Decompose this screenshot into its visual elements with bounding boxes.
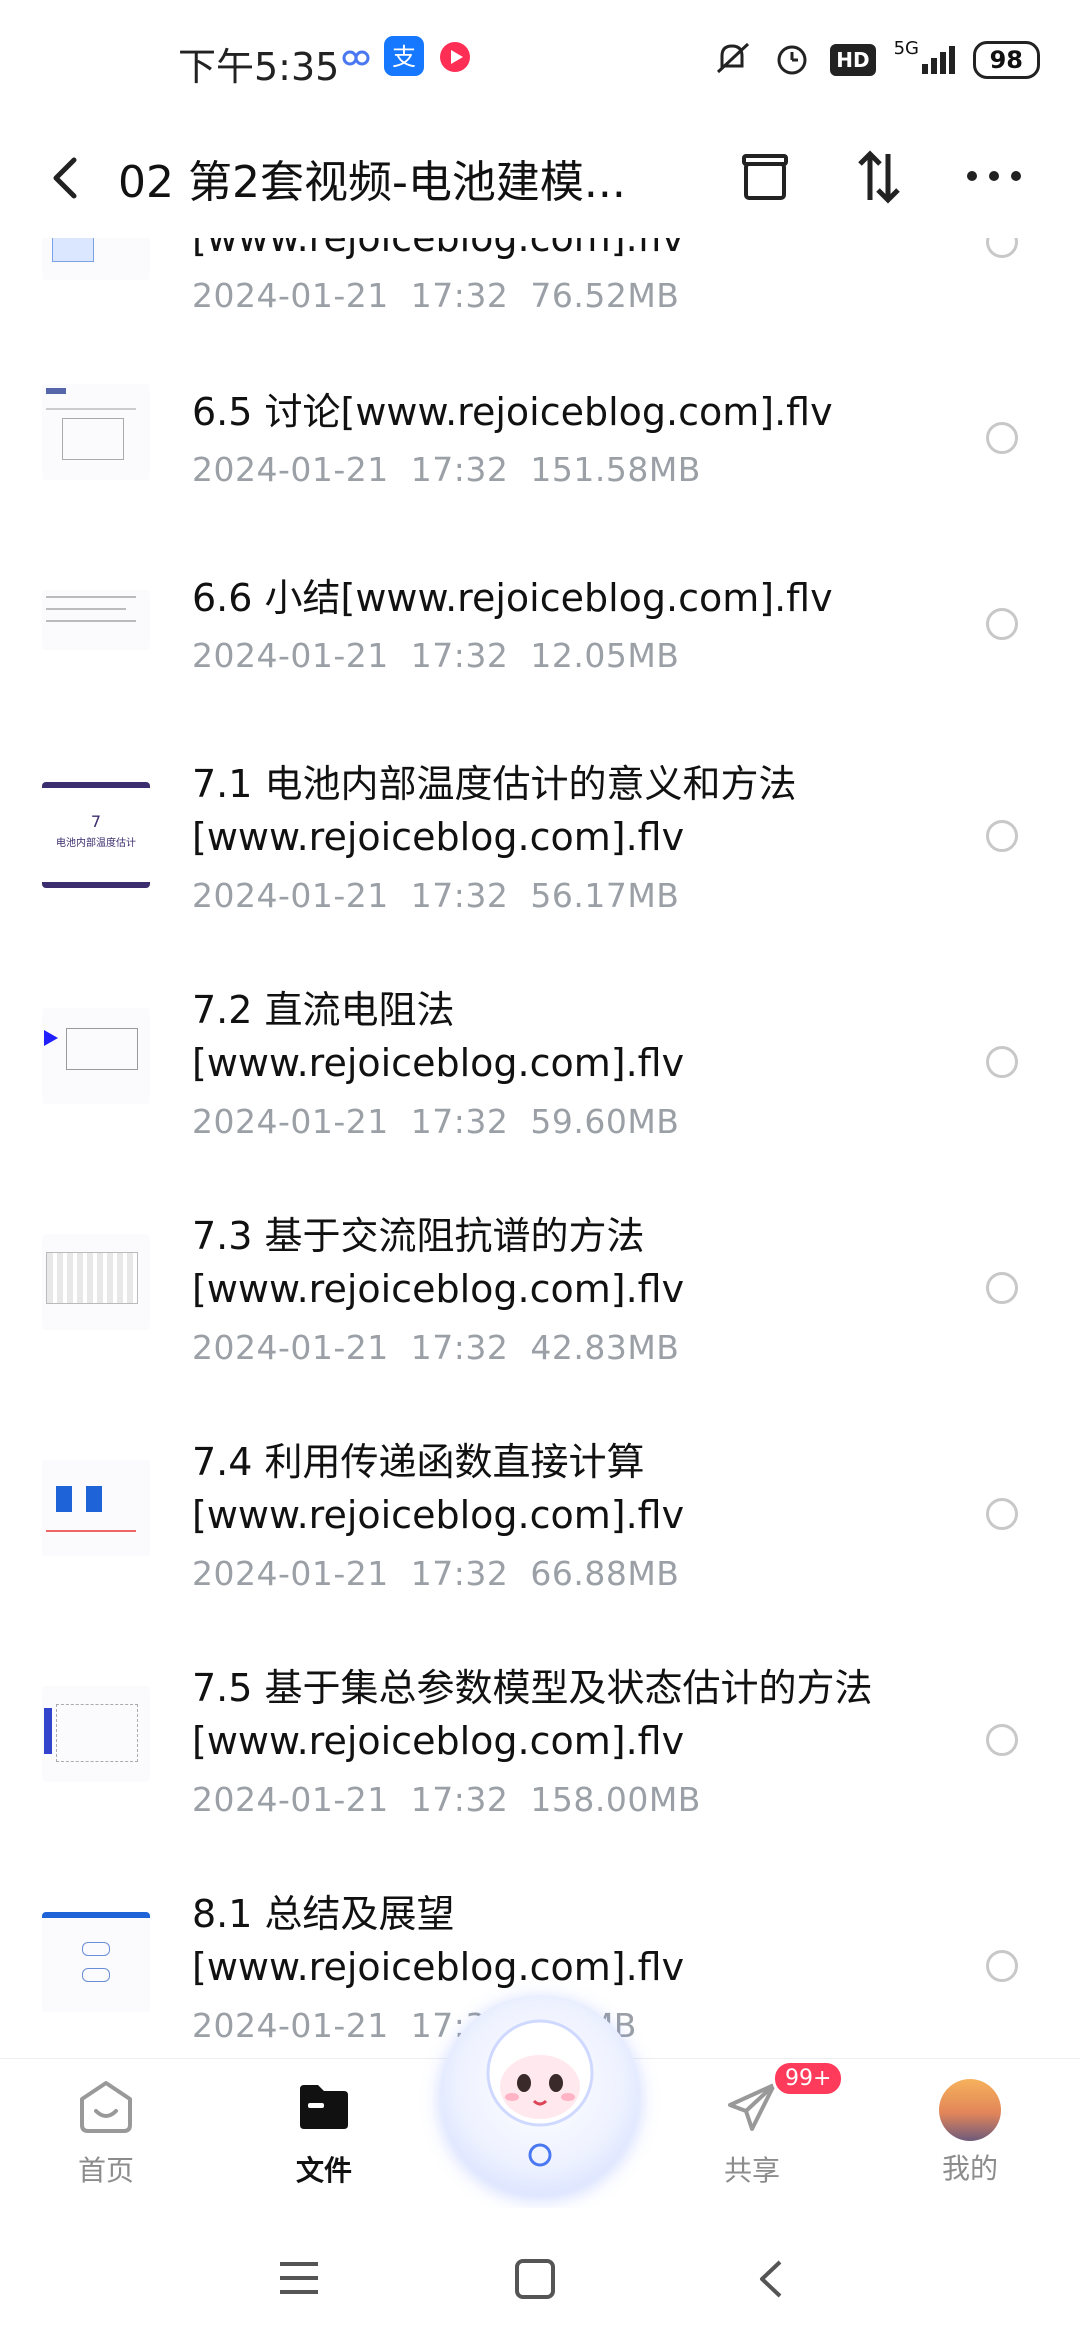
file-meta: 2024-01-21 17:32 12.05MB (192, 636, 680, 675)
file-list: [www.rejoiceblog.com].flv 2024-01-21 17:… (0, 0, 1080, 2060)
folder-icon (294, 2085, 354, 2139)
system-navigation-bar (0, 2208, 1080, 2340)
back-arrow-icon[interactable] (48, 152, 84, 208)
file-meta: 2024-01-21 17:32 42.83MB (192, 1328, 680, 1367)
share-count-badge: 99+ (772, 2060, 845, 2097)
select-radio[interactable] (986, 1724, 1018, 1756)
file-meta: 2024-01-21 17:32 66.88MB (192, 1554, 680, 1593)
file-name: 7.1 电池内部温度估计的意义和方法[www.rejoiceblog.com].… (192, 762, 797, 859)
home-icon (76, 2081, 136, 2139)
file-meta: 2024-01-21 17:32 158.00MB (192, 1780, 701, 1819)
file-meta: 2024-01-21 17:32 151.58MB (192, 450, 701, 489)
select-radio[interactable] (986, 1950, 1018, 1982)
file-name: 7.5 基于集总参数模型及状态估计的方法[www.rejoiceblog.com… (192, 1666, 873, 1763)
thumb-chapter-num: 7 (90, 812, 102, 831)
nav-label-mine: 我的 (941, 2152, 998, 2185)
file-thumbnail (42, 384, 150, 480)
archive-icon[interactable] (738, 148, 792, 210)
top-app-bar: 02 第2套视频-电池建模... (0, 118, 1080, 238)
share-paper-plane-icon (722, 2083, 782, 2139)
select-radio[interactable] (986, 1498, 1018, 1530)
menu-icon[interactable] (278, 2260, 320, 2300)
file-thumbnail (42, 1686, 150, 1782)
file-thumbnail (42, 1912, 150, 2012)
file-name: 6.6 小结[www.rejoiceblog.com].flv (192, 576, 833, 620)
nav-label-files: 文件 (295, 2154, 352, 2187)
file-meta: 2024-01-21 17:32 59.60MB (192, 1102, 680, 1141)
file-thumbnail: 7 电池内部温度估计 (42, 782, 150, 888)
file-name: 8.1 总结及展望[www.rejoiceblog.com].flv (192, 1892, 685, 1989)
file-name: 7.3 基于交流阻抗谱的方法[www.rejoiceblog.com].flv (192, 1214, 685, 1311)
file-name: 7.4 利用传递函数直接计算[www.rejoiceblog.com].flv (192, 1440, 685, 1537)
select-radio[interactable] (986, 608, 1018, 640)
nav-item-mine[interactable]: 我的 (910, 2079, 1030, 2187)
file-name: 6.5 讨论[www.rejoiceblog.com].flv (192, 390, 833, 434)
home-square-icon[interactable] (514, 2258, 556, 2304)
sort-icon[interactable] (852, 148, 906, 210)
select-radio[interactable] (986, 1272, 1018, 1304)
nav-item-files[interactable]: 文件 (264, 2079, 384, 2189)
file-thumbnail (42, 1008, 150, 1104)
nav-item-home[interactable]: 首页 (46, 2079, 166, 2189)
file-thumbnail (42, 1460, 150, 1556)
assistant-mascot-button[interactable] (440, 1995, 640, 2195)
file-meta: 2024-01-21 17:32 76.52MB (192, 276, 680, 315)
file-thumbnail (42, 1234, 150, 1330)
file-thumbnail (42, 590, 150, 650)
page-title: 02 第2套视频-电池建模... (118, 157, 626, 208)
select-radio[interactable] (986, 1046, 1018, 1078)
more-options-icon[interactable] (964, 166, 1024, 190)
thumb-chapter-title: 电池内部温度估计 (56, 838, 136, 849)
file-name: 7.2 直流电阻法[www.rejoiceblog.com].flv (192, 988, 685, 1085)
avatar (939, 2079, 1001, 2141)
select-radio[interactable] (986, 820, 1018, 852)
file-meta: 2024-01-21 17:32 56.17MB (192, 876, 680, 915)
nav-label-home: 首页 (77, 2154, 134, 2187)
back-icon[interactable] (756, 2258, 786, 2304)
nav-label-share: 共享 (723, 2154, 780, 2187)
select-radio[interactable] (986, 422, 1018, 454)
